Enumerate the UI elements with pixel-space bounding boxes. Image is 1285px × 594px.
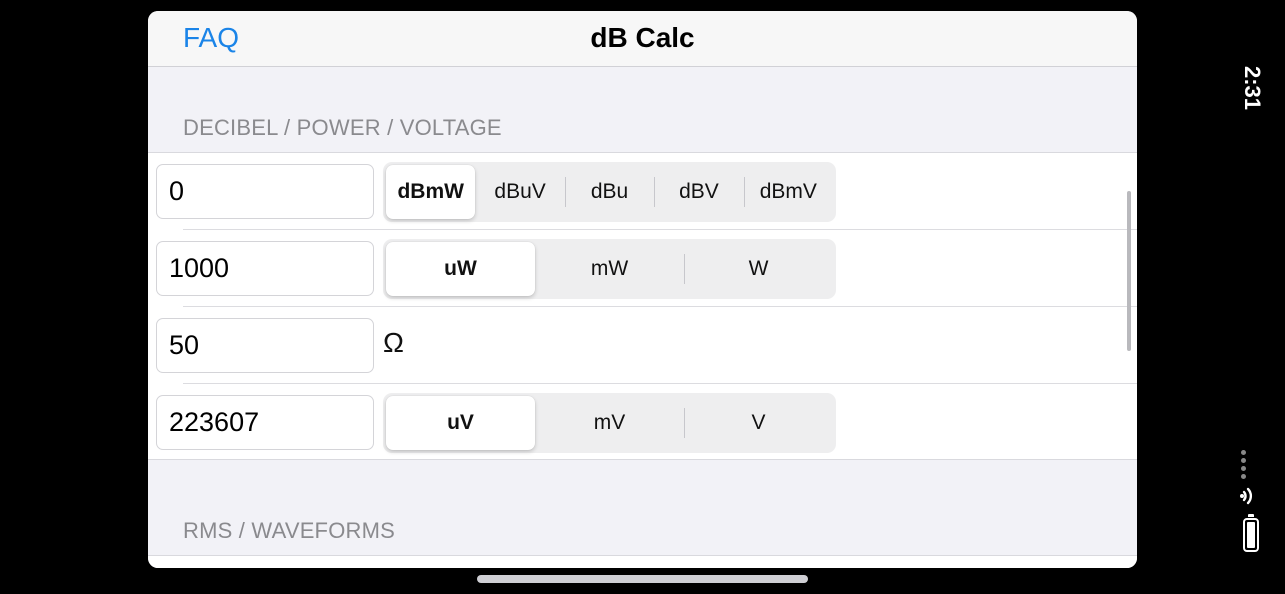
decibel-unit-segmented-control: dBmW dBuV dBu dBV dBmV xyxy=(383,162,836,222)
segment-uv[interactable]: uV xyxy=(386,396,535,450)
rms-card xyxy=(148,555,1137,568)
segment-mv[interactable]: mV xyxy=(535,396,684,450)
segment-mw[interactable]: mW xyxy=(535,242,684,296)
impedance-input[interactable]: 50 xyxy=(156,318,374,373)
decibel-card: 0 dBmW dBuV dBu dBV dBmV 1000 uW mW W 50… xyxy=(148,152,1137,460)
segment-dbv[interactable]: dBV xyxy=(654,165,743,219)
battery-icon xyxy=(1243,518,1259,552)
segment-uw[interactable]: uW xyxy=(386,242,535,296)
decibel-row: 0 dBmW dBuV dBu dBV dBmV xyxy=(148,153,1137,230)
ellipsis-icon xyxy=(1240,450,1248,480)
wifi-icon xyxy=(1240,487,1253,505)
voltage-input[interactable]: 223607 xyxy=(156,395,374,450)
scrollbar[interactable] xyxy=(1127,191,1131,351)
ohm-unit-label: Ω xyxy=(383,327,404,358)
segment-dbmv[interactable]: dBmV xyxy=(743,165,833,219)
section-header-decibel: DECIBEL / POWER / VOLTAGE xyxy=(183,115,502,140)
status-time: 2:31 xyxy=(1240,65,1265,111)
page-title: dB Calc xyxy=(590,22,695,53)
segment-w[interactable]: W xyxy=(684,242,833,296)
segment-dbuv[interactable]: dBuV xyxy=(475,165,564,219)
section-header-rms: RMS / WAVEFORMS xyxy=(183,518,395,543)
segment-dbmw[interactable]: dBmW xyxy=(386,165,476,219)
app-sheet: FAQ dB Calc DECIBEL / POWER / VOLTAGE 0 … xyxy=(148,11,1137,568)
segment-v[interactable]: V xyxy=(684,396,833,450)
voltage-unit-segmented-control: uV mV V xyxy=(383,393,836,453)
segment-dbu[interactable]: dBu xyxy=(564,165,654,219)
power-input[interactable]: 1000 xyxy=(156,241,374,296)
home-indicator[interactable] xyxy=(477,575,808,583)
power-unit-segmented-control: uW mW W xyxy=(383,239,836,299)
power-row: 1000 uW mW W xyxy=(148,230,1137,307)
battery-cap xyxy=(1248,514,1254,517)
navigation-bar: FAQ dB Calc xyxy=(148,11,1137,67)
voltage-row: 223607 uV mV V xyxy=(148,384,1137,461)
decibel-input[interactable]: 0 xyxy=(156,164,374,219)
impedance-row: 50 Ω xyxy=(148,307,1137,384)
